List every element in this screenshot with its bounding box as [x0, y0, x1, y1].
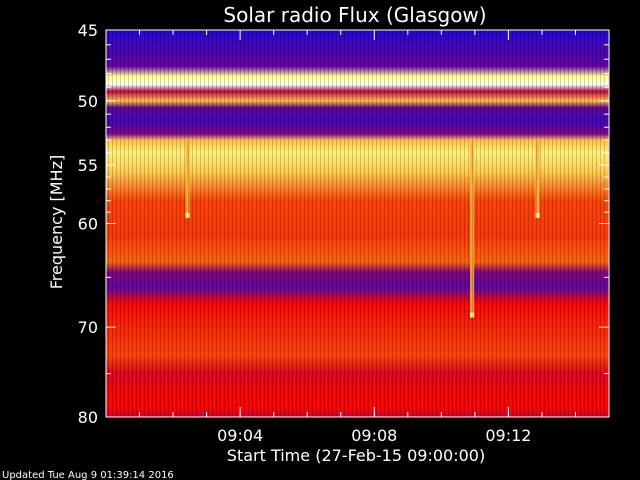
chart: Solar radio Flux (Glasgow) 455055607080 …: [2, 3, 610, 480]
x-axis-label: Start Time (27-Feb-15 09:00:00): [227, 446, 485, 465]
y-tick-label: 60: [78, 215, 98, 234]
y-tick-label: 50: [78, 92, 98, 111]
y-tick-label: 55: [78, 156, 98, 175]
updated-timestamp: Updated Tue Aug 9 01:39:14 2016: [2, 470, 174, 480]
y-axis-label: Frequency [MHz]: [47, 155, 66, 289]
chart-title: Solar radio Flux (Glasgow): [223, 3, 486, 27]
y-tick-label: 45: [78, 21, 98, 40]
x-tick-label: 09:08: [351, 426, 397, 445]
x-tick-label: 09:04: [217, 426, 263, 445]
y-tick-label: 70: [78, 318, 98, 337]
spectrogram-texture: [106, 30, 609, 417]
y-tick-label: 80: [78, 408, 98, 427]
spectrogram: [106, 30, 609, 417]
x-tick-label: 09:12: [485, 426, 531, 445]
